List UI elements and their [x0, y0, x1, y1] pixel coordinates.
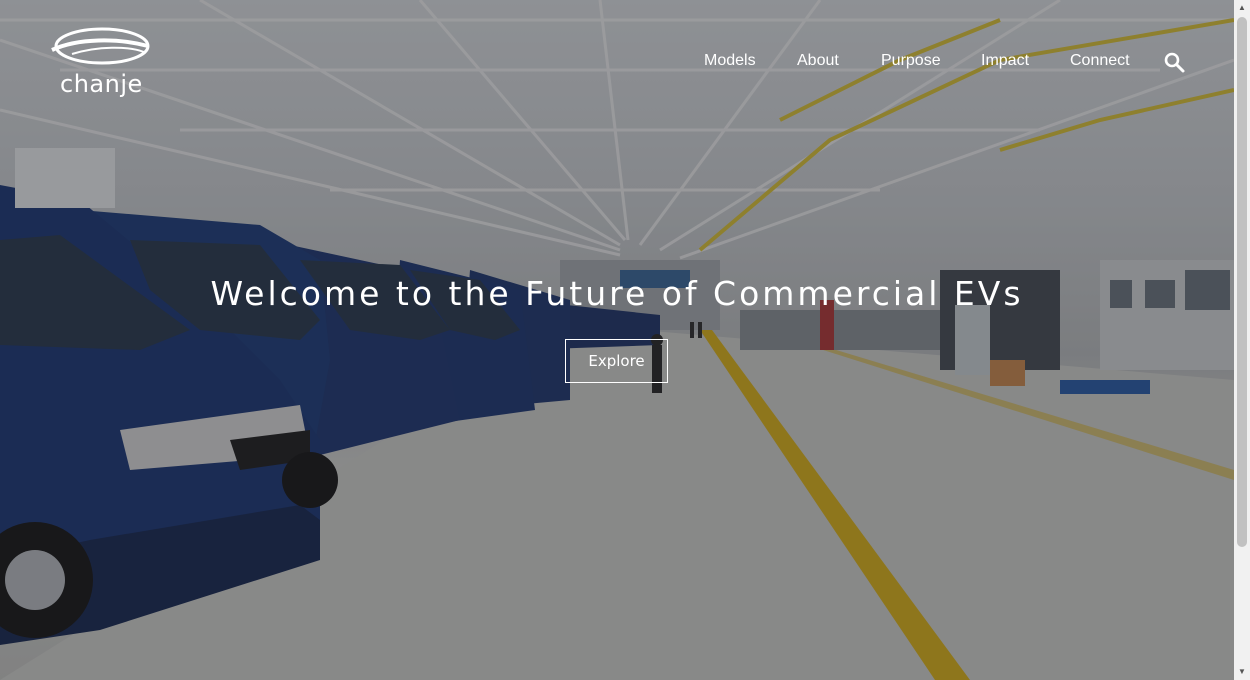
nav-item-models[interactable]: Models	[704, 52, 756, 70]
scroll-up-arrow-icon[interactable]: ▲	[1234, 0, 1250, 16]
logo-wordmark: chanje	[60, 70, 143, 98]
page-scrollbar[interactable]: ▲ ▼	[1234, 0, 1250, 680]
nav-item-about[interactable]: About	[797, 52, 839, 70]
search-button[interactable]	[1164, 52, 1186, 74]
logo-swoosh-icon	[51, 27, 150, 65]
nav-item-impact[interactable]: Impact	[981, 52, 1029, 70]
scroll-down-arrow-icon[interactable]: ▼	[1234, 664, 1250, 680]
nav-item-connect[interactable]: Connect	[1070, 52, 1130, 70]
scroll-thumb[interactable]	[1237, 17, 1247, 547]
brand-logo[interactable]: chanje	[48, 24, 152, 104]
nav-item-purpose[interactable]: Purpose	[881, 52, 941, 70]
hero-headline: Welcome to the Future of Commercial EVs	[210, 274, 1024, 313]
search-icon	[1164, 52, 1185, 73]
hero-section: chanje Models About Purpose Impact Conne…	[0, 0, 1234, 680]
explore-button[interactable]: Explore	[565, 339, 668, 383]
